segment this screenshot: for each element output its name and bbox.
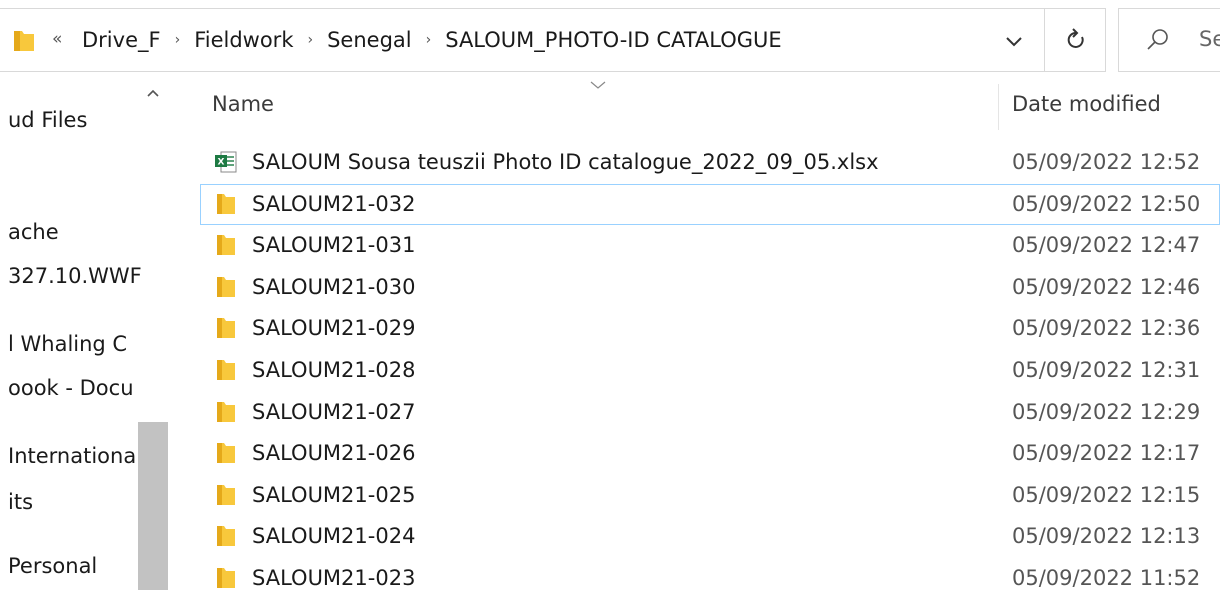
search-input[interactable]: Se bbox=[1199, 27, 1220, 51]
file-date-modified: 05/09/2022 12:52 bbox=[1012, 150, 1201, 174]
file-row[interactable]: SALOUM21-026 05/09/2022 12:17 bbox=[200, 433, 1220, 475]
navigation-pane: ud Files ache 327.10.WWF l Whaling C ooo… bbox=[0, 80, 168, 590]
folder-icon bbox=[214, 192, 238, 216]
file-date-modified: 05/09/2022 12:47 bbox=[1012, 233, 1201, 258]
file-name: SALOUM21-031 bbox=[252, 233, 416, 258]
file-name: SALOUM Sousa teuszii Photo ID catalogue_… bbox=[252, 150, 879, 174]
scrollbar-thumb[interactable] bbox=[138, 422, 168, 590]
file-date-modified: 05/09/2022 12:31 bbox=[1012, 357, 1201, 382]
scroll-up-arrow-icon[interactable] bbox=[146, 88, 160, 98]
nav-item[interactable]: oook - Docu bbox=[8, 376, 134, 400]
folder-icon bbox=[214, 275, 238, 299]
excel-file-icon: X bbox=[214, 150, 238, 174]
file-row[interactable]: SALOUM21-024 05/09/2022 12:13 bbox=[200, 516, 1220, 558]
folder-icon bbox=[214, 358, 238, 382]
file-date-modified: 05/09/2022 12:46 bbox=[1012, 274, 1201, 299]
nav-item[interactable]: ache bbox=[8, 220, 59, 244]
breadcrumb-separator[interactable]: › bbox=[414, 32, 444, 48]
file-row[interactable]: SALOUM21-030 05/09/2022 12:46 bbox=[200, 267, 1220, 309]
file-date-modified: 05/09/2022 12:15 bbox=[1012, 482, 1201, 507]
file-date-modified: 05/09/2022 12:13 bbox=[1012, 524, 1201, 549]
folder-icon bbox=[214, 316, 238, 340]
breadcrumb-drive[interactable]: Drive_F bbox=[80, 28, 163, 52]
breadcrumb: Drive_F › Fieldwork › Senegal › SALOUM_P… bbox=[80, 9, 784, 71]
nav-item[interactable]: l Whaling C bbox=[8, 332, 127, 356]
file-date-modified: 05/09/2022 12:50 bbox=[1012, 191, 1201, 216]
file-row[interactable]: SALOUM21-023 05/09/2022 11:52 bbox=[200, 558, 1220, 590]
nav-item[interactable]: Personal bbox=[8, 554, 97, 578]
folder-icon bbox=[214, 233, 238, 257]
folder-icon bbox=[214, 483, 238, 507]
file-name: SALOUM21-025 bbox=[252, 482, 416, 507]
file-name: SALOUM21-028 bbox=[252, 357, 416, 382]
file-row[interactable]: X SALOUM Sousa teuszii Photo ID catalogue… bbox=[200, 142, 1220, 184]
sort-chevron-icon bbox=[590, 81, 606, 89]
breadcrumb-fieldwork[interactable]: Fieldwork bbox=[192, 28, 295, 52]
folder-icon bbox=[214, 441, 238, 465]
folder-icon bbox=[14, 31, 34, 51]
nav-item[interactable]: ud Files bbox=[8, 108, 87, 132]
breadcrumb-separator[interactable]: › bbox=[163, 32, 193, 48]
address-bar[interactable]: « Drive_F › Fieldwork › Senegal › SALOUM… bbox=[0, 8, 1106, 72]
file-name: SALOUM21-026 bbox=[252, 441, 416, 466]
file-row[interactable]: SALOUM21-027 05/09/2022 12:29 bbox=[200, 392, 1220, 434]
breadcrumb-current-folder[interactable]: SALOUM_PHOTO-ID CATALOGUE bbox=[443, 28, 783, 52]
file-name: SALOUM21-030 bbox=[252, 274, 416, 299]
refresh-button[interactable] bbox=[1044, 9, 1106, 71]
breadcrumb-senegal[interactable]: Senegal bbox=[325, 28, 414, 52]
file-date-modified: 05/09/2022 12:17 bbox=[1012, 441, 1201, 466]
nav-item[interactable]: 327.10.WWF bbox=[8, 264, 142, 288]
column-header-name[interactable]: Name bbox=[212, 92, 274, 116]
file-list: X SALOUM Sousa teuszii Photo ID catalogue… bbox=[200, 142, 1220, 590]
file-name: SALOUM21-027 bbox=[252, 399, 416, 424]
folder-icon bbox=[214, 524, 238, 548]
file-name: SALOUM21-032 bbox=[252, 191, 416, 216]
chevron-down-icon[interactable] bbox=[1005, 35, 1023, 47]
nav-item[interactable]: Internationa bbox=[8, 444, 136, 468]
nav-item[interactable]: its bbox=[8, 490, 33, 514]
file-row[interactable]: SALOUM21-029 05/09/2022 12:36 bbox=[200, 308, 1220, 350]
file-row[interactable]: SALOUM21-025 05/09/2022 12:15 bbox=[200, 475, 1220, 517]
svg-text:X: X bbox=[218, 158, 225, 168]
file-row[interactable]: SALOUM21-031 05/09/2022 12:47 bbox=[200, 225, 1220, 267]
file-date-modified: 05/09/2022 12:29 bbox=[1012, 399, 1201, 424]
search-icon bbox=[1147, 29, 1168, 50]
overflow-chevron[interactable]: « bbox=[52, 29, 62, 49]
file-name: SALOUM21-023 bbox=[252, 565, 416, 590]
file-date-modified: 05/09/2022 12:36 bbox=[1012, 316, 1201, 341]
folder-icon bbox=[214, 566, 238, 590]
column-header-date-modified[interactable]: Date modified bbox=[1012, 92, 1161, 116]
refresh-icon bbox=[1067, 28, 1084, 48]
file-row[interactable]: SALOUM21-028 05/09/2022 12:31 bbox=[200, 350, 1220, 392]
file-row[interactable]: SALOUM21-032 05/09/2022 12:50 bbox=[200, 183, 1220, 226]
folder-icon bbox=[214, 400, 238, 424]
search-box[interactable]: Se bbox=[1118, 8, 1220, 72]
file-name: SALOUM21-029 bbox=[252, 316, 416, 341]
file-date-modified: 05/09/2022 11:52 bbox=[1012, 565, 1201, 590]
column-divider[interactable] bbox=[998, 84, 999, 130]
file-name: SALOUM21-024 bbox=[252, 524, 416, 549]
breadcrumb-separator[interactable]: › bbox=[295, 32, 325, 48]
